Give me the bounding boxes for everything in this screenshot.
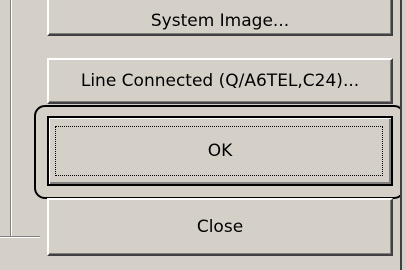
line-connected-button[interactable]: Line Connected (Q/A6TEL,C24)... [47, 58, 393, 104]
close-label: Close [196, 217, 244, 237]
system-image-button[interactable]: System Image... [47, 0, 393, 36]
line-connected-label: Line Connected (Q/A6TEL,C24)... [80, 71, 360, 91]
ok-button[interactable]: OK [47, 116, 393, 186]
bottom-edge [0, 262, 406, 270]
system-image-label: System Image... [150, 11, 290, 31]
panel-bottom-edge-highlight [0, 237, 40, 238]
dialog-fragment: System Image... Line Connected (Q/A6TEL,… [0, 0, 406, 270]
close-button[interactable]: Close [47, 198, 393, 256]
focus-rectangle [55, 126, 383, 176]
dialog-right-border [400, 0, 406, 270]
panel-divider-highlight [11, 0, 12, 236]
